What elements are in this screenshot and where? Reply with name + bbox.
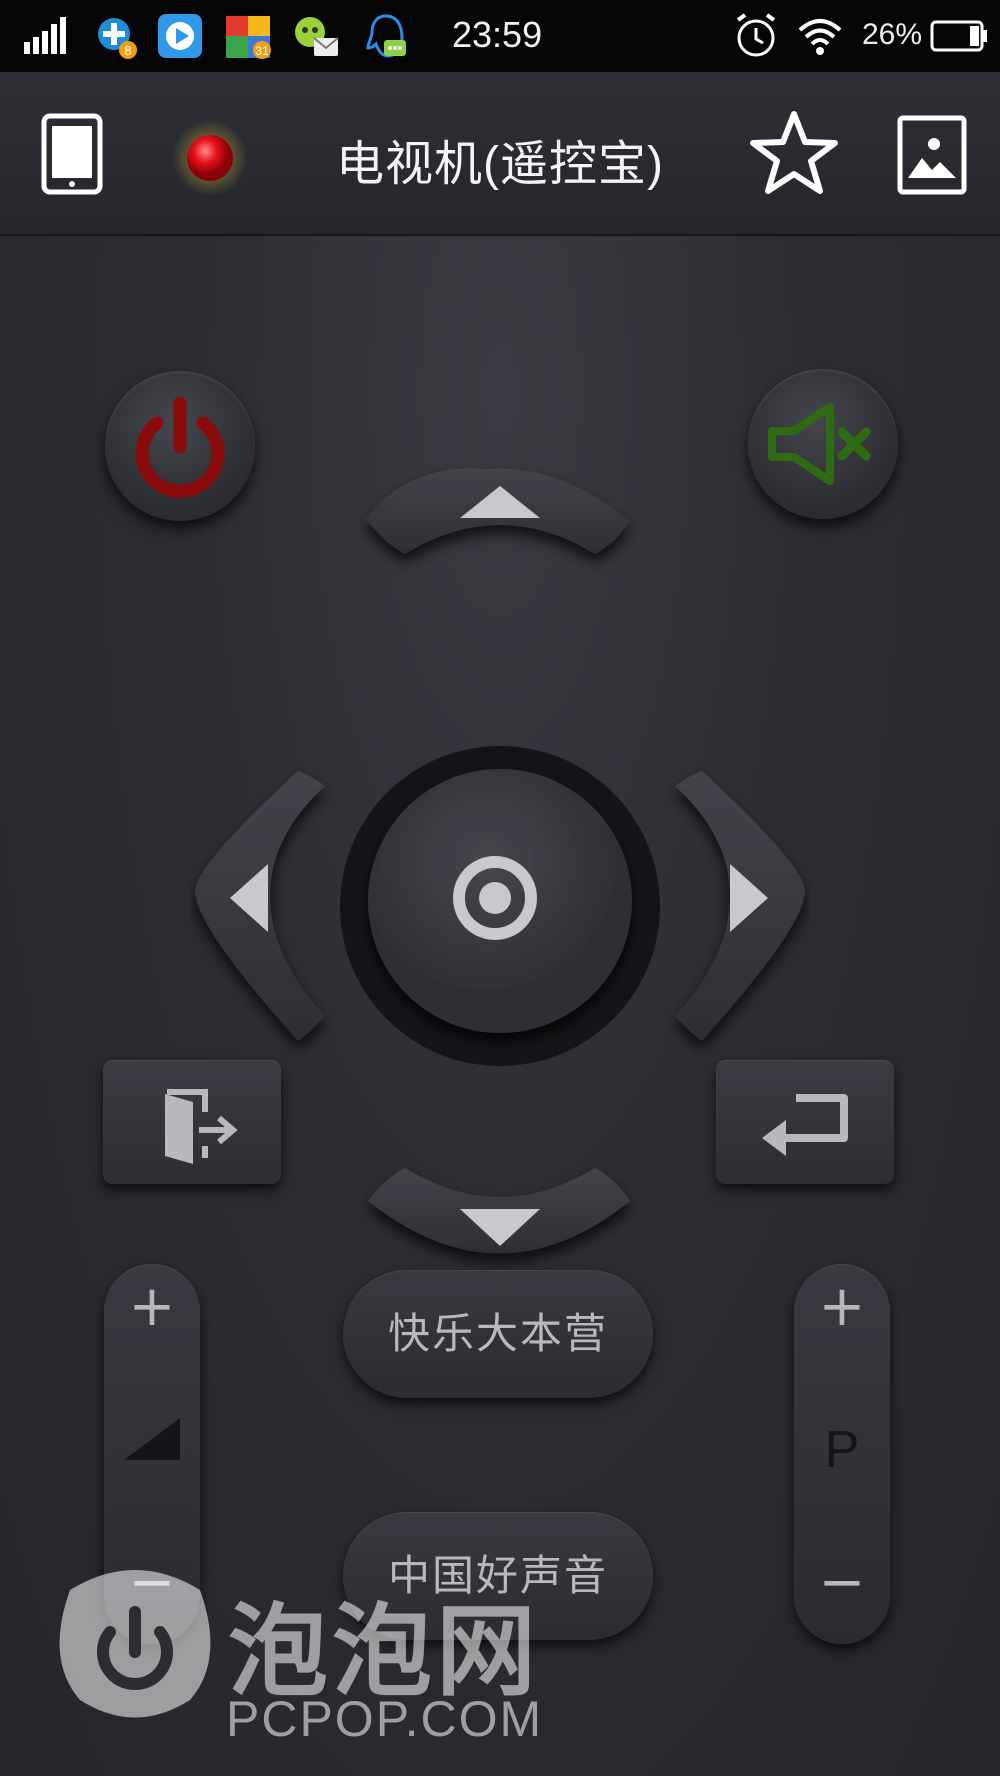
exit-door-icon: [165, 1089, 238, 1164]
program-label: P: [824, 1421, 860, 1479]
dpad-left-button[interactable]: [195, 736, 330, 1041]
dpad-right-button[interactable]: [675, 771, 805, 1041]
exit-button[interactable]: [103, 1060, 281, 1184]
battery-percent: 26%: [862, 18, 923, 51]
calendar-app-icon: 31: [226, 16, 271, 59]
volume-rocker: + −: [104, 1264, 200, 1644]
device-title: 电视机(遥控宝): [336, 138, 664, 191]
volume-level-icon: [124, 1418, 180, 1460]
qq-app-icon: [366, 14, 406, 58]
image-gallery-icon[interactable]: [896, 114, 968, 196]
video-app-icon: [158, 14, 202, 58]
channel-shortcut-2[interactable]: 中国好声音: [343, 1512, 653, 1640]
alarm-icon: [736, 13, 776, 57]
return-arrow-icon: [762, 1094, 848, 1156]
calendar-badge: 31: [255, 44, 269, 58]
remote-panel: + − + P − 快乐大本营 中国好声音: [0, 236, 1000, 1776]
volume-up-button[interactable]: +: [104, 1274, 200, 1339]
dpad-up-button[interactable]: [365, 468, 630, 554]
tablet-device-icon[interactable]: [36, 112, 108, 196]
volume-down-button[interactable]: −: [104, 1550, 200, 1615]
app-header: 电视机(遥控宝): [0, 72, 1000, 236]
plus-app-icon: 8: [98, 18, 137, 59]
back-button[interactable]: [716, 1060, 894, 1184]
clock: 23:59: [452, 14, 543, 55]
battery-icon: [930, 20, 987, 52]
chat-mail-app-icon: [295, 17, 339, 56]
wifi-icon: [798, 19, 842, 55]
program-up-button[interactable]: +: [794, 1274, 890, 1339]
signal-indicator-led: [172, 120, 248, 196]
program-down-button[interactable]: −: [794, 1550, 890, 1615]
ok-button[interactable]: [368, 769, 632, 1033]
plus-badge: 8: [124, 43, 131, 58]
channel-shortcut-1[interactable]: 快乐大本营: [343, 1270, 653, 1398]
dpad-down-button[interactable]: [368, 1168, 630, 1254]
status-bar: 8 31 23:59 26%: [0, 0, 1000, 72]
signal-icon: [24, 17, 66, 54]
program-rocker: + P −: [794, 1264, 890, 1644]
favorite-star-icon[interactable]: [748, 108, 840, 200]
